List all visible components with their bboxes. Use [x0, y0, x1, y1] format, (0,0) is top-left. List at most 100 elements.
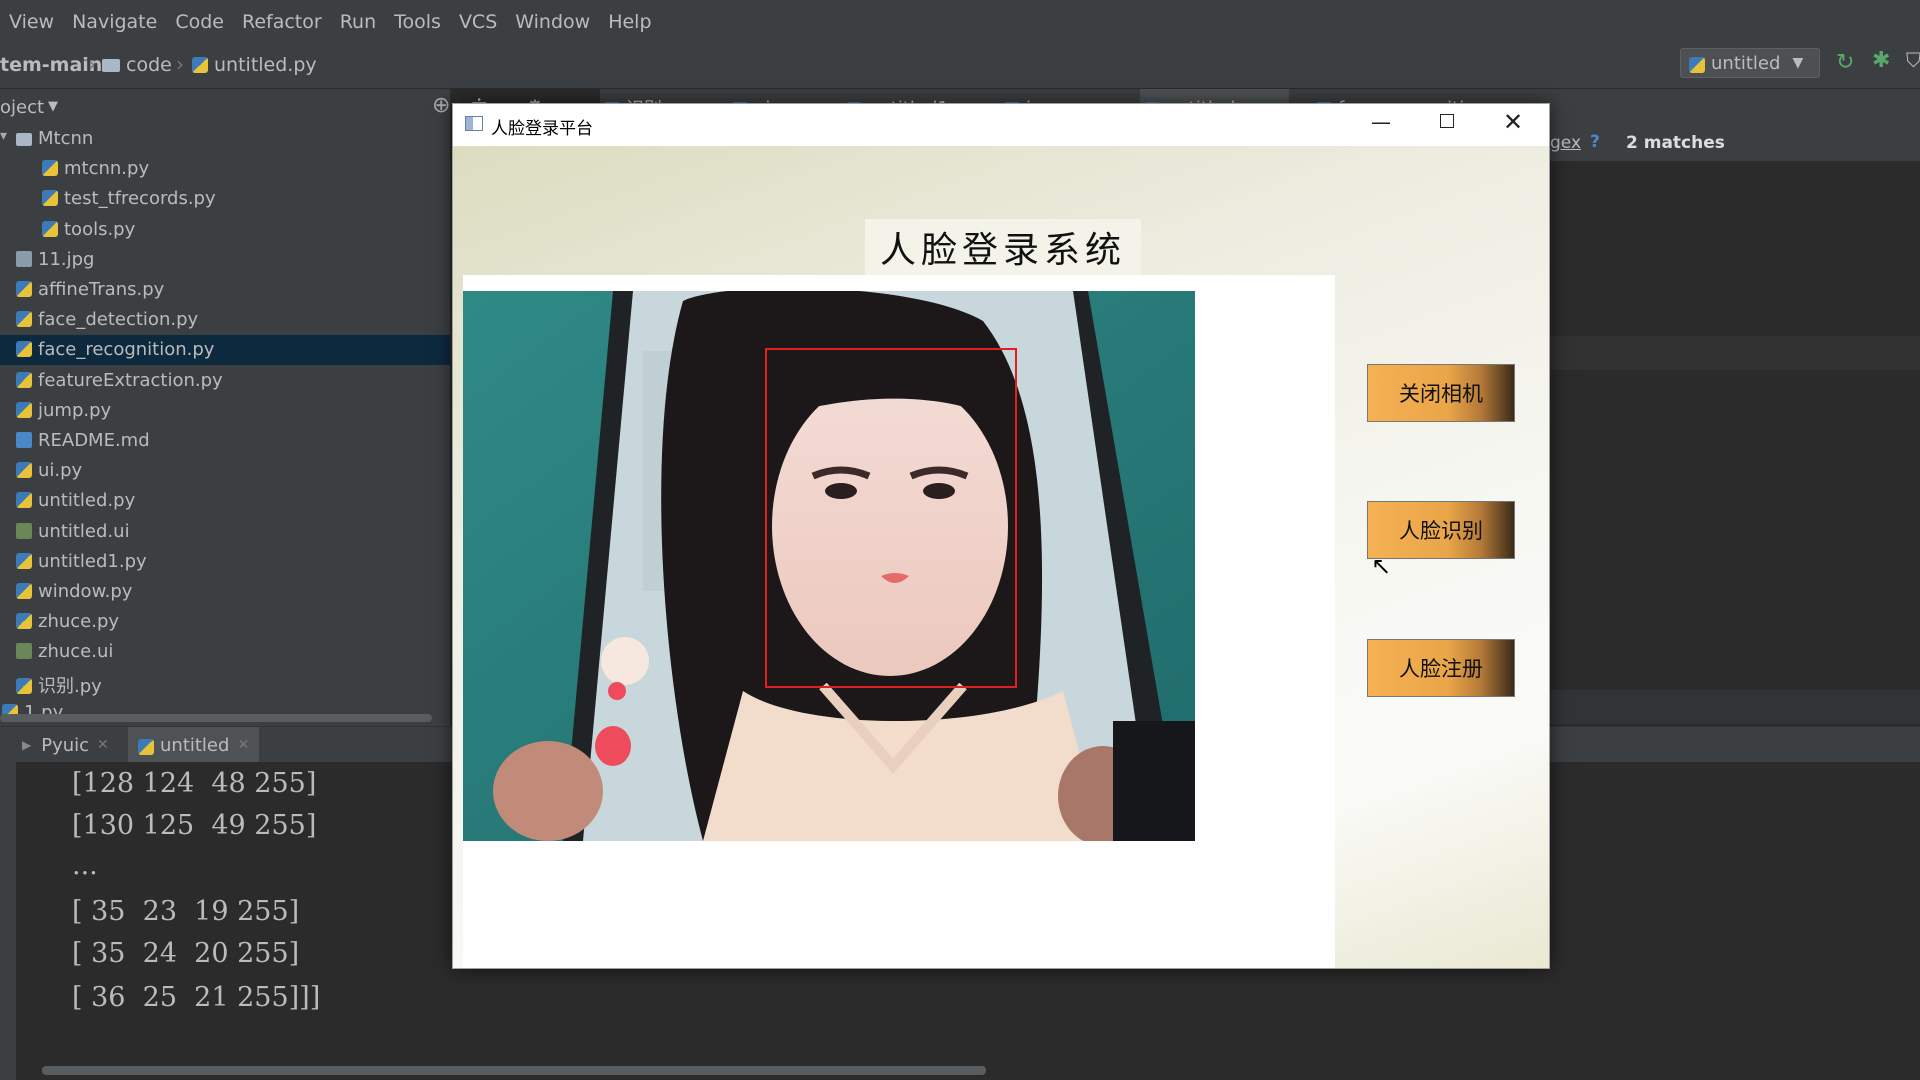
tree-item-label: 识别.py [38, 675, 102, 697]
run-tab[interactable]: ▶ Pyuic ✕ [12, 727, 119, 763]
coverage-icon[interactable]: ⛉ [1906, 48, 1920, 72]
close-tab-icon[interactable]: ✕ [237, 737, 249, 753]
run-tab[interactable]: untitled ✕ [128, 727, 260, 763]
breadcrumb-file[interactable]: untitled.py [192, 54, 317, 76]
python-file-icon [16, 583, 32, 599]
markdown-file-icon [16, 432, 32, 448]
menu-code[interactable]: Code [166, 11, 233, 33]
menu-refactor[interactable]: Refactor [233, 11, 331, 33]
menu-window[interactable]: Window [506, 11, 599, 33]
tree-item[interactable]: untitled.py [0, 486, 450, 516]
tree-item[interactable]: tools.py [0, 215, 450, 245]
python-file-icon [138, 739, 154, 755]
python-file-icon [42, 220, 58, 237]
python-file-icon [16, 311, 32, 328]
project-tree: ▾ Mtcnn mtcnn.py test_tfrecords.py tools.py 1… [0, 127, 450, 727]
tree-item[interactable]: face_detection.py [0, 305, 450, 335]
python-file-icon [16, 462, 32, 479]
menu-vcs[interactable]: VCS [450, 11, 506, 33]
breadcrumb-project[interactable]: tem-main [0, 54, 102, 76]
rerun-icon[interactable]: ↻ [1836, 50, 1854, 75]
tree-item[interactable]: 识别.py [0, 668, 450, 698]
tree-item[interactable]: zhuce.ui [0, 637, 450, 667]
maximize-icon[interactable] [1440, 114, 1454, 128]
menu-tools[interactable]: Tools [385, 11, 450, 33]
tree-item[interactable]: 1.py [0, 698, 450, 727]
tree-item[interactable]: 11.jpg [0, 245, 450, 275]
tree-item-label: ui.py [38, 460, 83, 482]
editor-area[interactable] [1550, 161, 1920, 721]
tree-item-label: affineTrans.py [38, 279, 165, 300]
tree-item-label: test_tfrecords.py [64, 188, 216, 210]
tree-item[interactable]: README.md [0, 426, 450, 456]
tree-item[interactable]: ui.py [0, 456, 450, 486]
tree-item-label: zhuce.ui [38, 641, 114, 663]
tree-item-label: README.md [38, 430, 150, 451]
mouse-cursor-icon: ↖ [1371, 552, 1392, 580]
tree-item[interactable]: mtcnn.py [0, 154, 450, 184]
tree-item-label: face_recognition.py [38, 339, 215, 361]
menu-help[interactable]: Help [599, 11, 660, 33]
python-file-icon [16, 341, 32, 358]
close-tab-icon[interactable]: ✕ [97, 737, 109, 753]
regex-help-icon[interactable]: ? [1590, 132, 1600, 152]
python-file-icon [42, 190, 58, 207]
tree-item-label: tools.py [64, 218, 136, 240]
chevron-right-icon: › [176, 52, 184, 76]
locate-icon[interactable]: ⊕ [432, 93, 450, 118]
editor-strip [1550, 690, 1920, 724]
console-horizontal-scrollbar[interactable] [42, 1066, 986, 1075]
app-window-icon [465, 116, 483, 131]
python-file-icon [42, 160, 58, 177]
app-heading: 人脸登录系统 [865, 219, 1141, 275]
close-icon[interactable]: ✕ [1503, 108, 1523, 136]
python-file-icon [16, 371, 32, 388]
tree-item-label: face_detection.py [38, 309, 199, 331]
run-tab-label: untitled [160, 734, 230, 756]
current-line-highlight [1550, 336, 1920, 370]
tree-item[interactable]: untitled1.py [0, 547, 450, 577]
face-recognition-button[interactable]: 人脸识别 [1367, 501, 1515, 559]
run-config-dropdown[interactable]: untitled ▼ [1680, 48, 1820, 78]
tree-item[interactable]: zhuce.py [0, 607, 450, 637]
search-bar: gex ? 2 matches [1550, 127, 1920, 161]
folder-icon [16, 133, 32, 146]
face-detection-box [765, 348, 1017, 688]
tree-item[interactable]: untitled.ui [0, 517, 450, 547]
ui-file-icon [16, 522, 32, 539]
python-file-icon [16, 613, 32, 630]
window-titlebar[interactable]: 人脸登录平台 — ✕ [453, 104, 1549, 146]
python-file-icon [16, 677, 32, 694]
tree-item[interactable]: affineTrans.py [0, 275, 450, 305]
project-scrollbar[interactable] [0, 714, 432, 722]
run-tab-label: Pyuic [41, 734, 90, 756]
console-line: [ 35 23 19 255] [72, 896, 300, 927]
python-file-icon [16, 552, 32, 569]
chevron-right-icon: › [88, 52, 96, 76]
minimize-icon[interactable]: — [1371, 110, 1391, 134]
project-view-label[interactable]: oject [0, 97, 44, 118]
breadcrumb-folder[interactable]: code [102, 54, 172, 76]
console-line: ... [72, 850, 98, 881]
python-file-icon [1689, 57, 1705, 73]
tree-item-label: untitled1.py [38, 550, 147, 572]
regex-toggle[interactable]: gex [1550, 133, 1581, 153]
tree-item[interactable]: test_tfrecords.py [0, 184, 450, 214]
ui-file-icon [16, 643, 32, 660]
face-register-button[interactable]: 人脸注册 [1367, 639, 1515, 697]
chevron-down-icon[interactable]: ▼ [48, 99, 58, 114]
tree-item[interactable]: featureExtraction.py [0, 366, 450, 396]
tree-item[interactable]: face_recognition.py [0, 335, 450, 366]
close-camera-button[interactable]: 关闭相机 [1367, 364, 1515, 422]
debug-icon[interactable]: ✱ [1872, 48, 1890, 73]
tree-item-label: mtcnn.py [64, 158, 150, 180]
menu-navigate[interactable]: Navigate [63, 11, 166, 33]
chevron-down-icon[interactable]: ▾ [0, 128, 7, 144]
tree-item[interactable]: jump.py [0, 396, 450, 426]
menu-view[interactable]: View [0, 11, 63, 33]
folder-icon [102, 59, 120, 72]
tree-item[interactable]: ▾ Mtcnn [0, 127, 450, 154]
tree-item[interactable]: window.py [0, 577, 450, 607]
tree-item-label: untitled.ui [38, 520, 130, 542]
menu-run[interactable]: Run [331, 11, 385, 33]
